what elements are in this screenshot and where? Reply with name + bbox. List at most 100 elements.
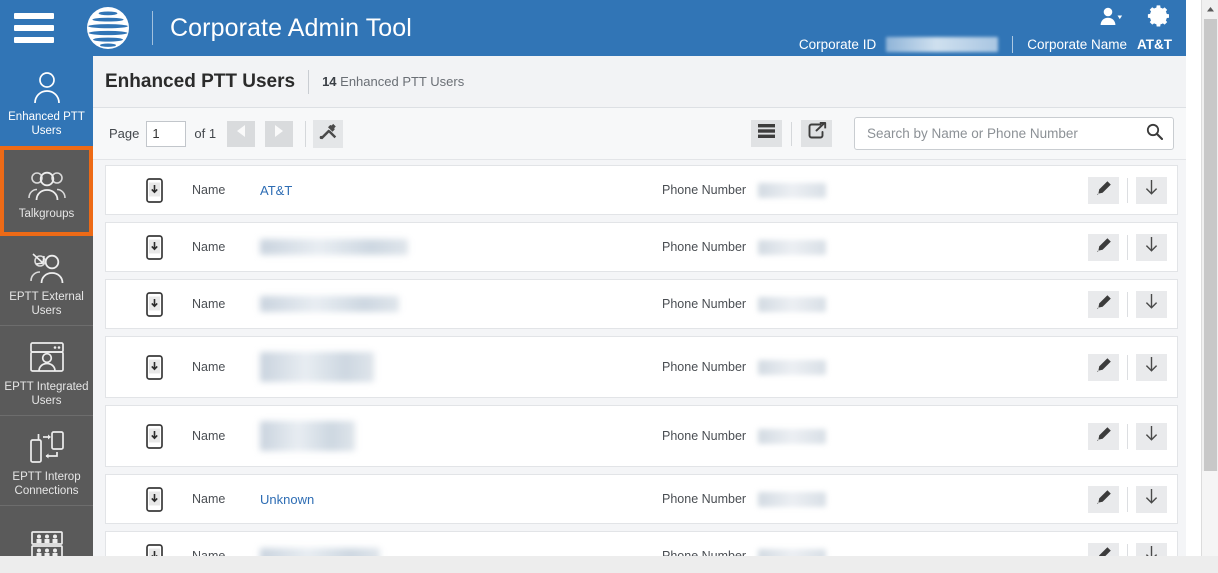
name-cell: Name (192, 352, 662, 382)
phone-number-value-redacted (758, 182, 826, 198)
radio-phone-interop-icon (27, 424, 67, 464)
export-icon (807, 122, 827, 145)
phone-number-value-redacted (758, 428, 826, 444)
corporate-info: Corporate ID Corporate Name AT&T (799, 35, 1172, 53)
download-button[interactable] (1136, 353, 1167, 381)
name-label: Name (192, 183, 226, 197)
external-user-icon (27, 244, 67, 284)
scroll-up-button[interactable] (1202, 0, 1218, 17)
next-page-arrow-icon (273, 124, 285, 143)
table-row[interactable]: Name AT&T Phone Number (105, 165, 1178, 215)
hamburger-bar (14, 25, 54, 31)
scroll-up-arrow-icon (1206, 0, 1215, 18)
name-value-link[interactable]: AT&T (260, 183, 292, 198)
toolbar-right-group (751, 117, 1174, 150)
mobile-device-icon (146, 291, 192, 317)
scrollbar-thumb[interactable] (1204, 19, 1217, 471)
att-globe-logo[interactable] (82, 2, 134, 54)
hamburger-menu-icon[interactable] (14, 13, 54, 43)
sidebar-item-label: Talkgroups (18, 207, 75, 220)
download-button[interactable] (1136, 422, 1167, 450)
name-label: Name (192, 492, 226, 506)
page-title: Enhanced PTT Users (105, 70, 296, 92)
pencil-edit-icon (1096, 180, 1112, 201)
record-count: 14 Enhanced PTT Users (322, 74, 464, 89)
vertical-scrollbar[interactable] (1201, 0, 1218, 573)
phone-number-value-redacted (758, 359, 826, 375)
gear-icon[interactable] (1147, 4, 1172, 34)
hamburger-bar (14, 13, 54, 19)
sidebar-item-eptt-integrated-users[interactable]: EPTT Integrated Users (0, 326, 93, 416)
phone-number-cell: Phone Number (662, 296, 1088, 312)
table-row[interactable]: Name Unknown Phone Number (105, 474, 1178, 524)
app-header: Corporate Admin Tool Corporate ID Corpor… (0, 0, 1186, 56)
name-label: Name (192, 240, 226, 254)
name-value-link[interactable]: Unknown (260, 492, 314, 507)
download-button[interactable] (1136, 233, 1167, 261)
single-user-icon (31, 64, 63, 104)
previous-page-button[interactable] (227, 120, 256, 147)
search-icon[interactable] (1146, 123, 1164, 145)
corporate-info-divider (1012, 35, 1014, 53)
phone-number-label: Phone Number (662, 360, 747, 374)
name-value-redacted (260, 239, 408, 255)
header-divider (152, 11, 153, 45)
integrated-user-icon (28, 334, 66, 374)
phone-number-cell: Phone Number (662, 182, 1088, 198)
list-view-button[interactable] (751, 120, 782, 147)
search-input[interactable] (867, 126, 1146, 141)
row-actions (1088, 176, 1167, 204)
table-row[interactable]: Name Phone Number (105, 336, 1178, 398)
download-button[interactable] (1136, 290, 1167, 318)
down-arrow-icon (1144, 425, 1159, 447)
page-label: Page (109, 126, 140, 141)
download-button[interactable] (1136, 485, 1167, 513)
row-actions (1088, 290, 1167, 318)
name-label: Name (192, 297, 226, 311)
search-box[interactable] (854, 117, 1174, 150)
table-row[interactable]: Name Phone Number (105, 222, 1178, 272)
edit-button[interactable] (1088, 422, 1119, 450)
edit-button[interactable] (1088, 353, 1119, 381)
pencil-edit-icon (1096, 489, 1112, 510)
edit-button[interactable] (1088, 290, 1119, 318)
mobile-device-icon (146, 423, 192, 449)
edit-button[interactable] (1088, 485, 1119, 513)
tools-button[interactable] (313, 119, 344, 148)
edit-button[interactable] (1088, 176, 1119, 204)
corporate-admin-tool-window: Corporate Admin Tool Corporate ID Corpor… (0, 0, 1218, 573)
next-page-button[interactable] (265, 120, 294, 147)
down-arrow-icon (1144, 236, 1159, 258)
page-number-input[interactable] (146, 120, 187, 147)
row-action-divider (1127, 486, 1128, 512)
mobile-device-icon (146, 177, 192, 203)
download-button[interactable] (1136, 176, 1167, 204)
left-sidebar: Enhanced PTT Users Talkgroups EPTT Exter… (0, 56, 93, 573)
user-account-icon[interactable] (1099, 6, 1125, 31)
phone-number-value-redacted (758, 239, 826, 255)
row-action-divider (1127, 177, 1128, 203)
corporate-name-value: AT&T (1137, 36, 1172, 52)
pencil-edit-icon (1096, 357, 1112, 378)
name-cell: Name (192, 239, 662, 255)
table-row[interactable]: Name Phone Number (105, 279, 1178, 329)
phone-number-value-redacted (758, 296, 826, 312)
edit-button[interactable] (1088, 233, 1119, 261)
export-button[interactable] (801, 120, 832, 147)
user-list: Name AT&T Phone Number Name Phone Number Name… (93, 160, 1186, 573)
header-right-section: Corporate ID Corporate Name AT&T (799, 0, 1172, 56)
mobile-device-icon (146, 486, 192, 512)
sidebar-item-eptt-interop-connections[interactable]: EPTT Interop Connections (0, 416, 93, 506)
sidebar-item-eptt-external-users[interactable]: EPTT External Users (0, 236, 93, 326)
row-action-divider (1127, 234, 1128, 260)
phone-number-label: Phone Number (662, 492, 747, 506)
down-arrow-icon (1144, 488, 1159, 510)
list-view-icon (757, 123, 776, 144)
table-row[interactable]: Name Phone Number (105, 405, 1178, 467)
phone-number-label: Phone Number (662, 429, 747, 443)
page-header-divider (308, 69, 310, 94)
toolbar-divider (791, 121, 792, 146)
sidebar-item-talkgroups[interactable]: Talkgroups (0, 146, 93, 236)
sidebar-item-enhanced-ptt-users[interactable]: Enhanced PTT Users (0, 56, 93, 146)
page-header: Enhanced PTT Users 14 Enhanced PTT Users (93, 56, 1186, 108)
